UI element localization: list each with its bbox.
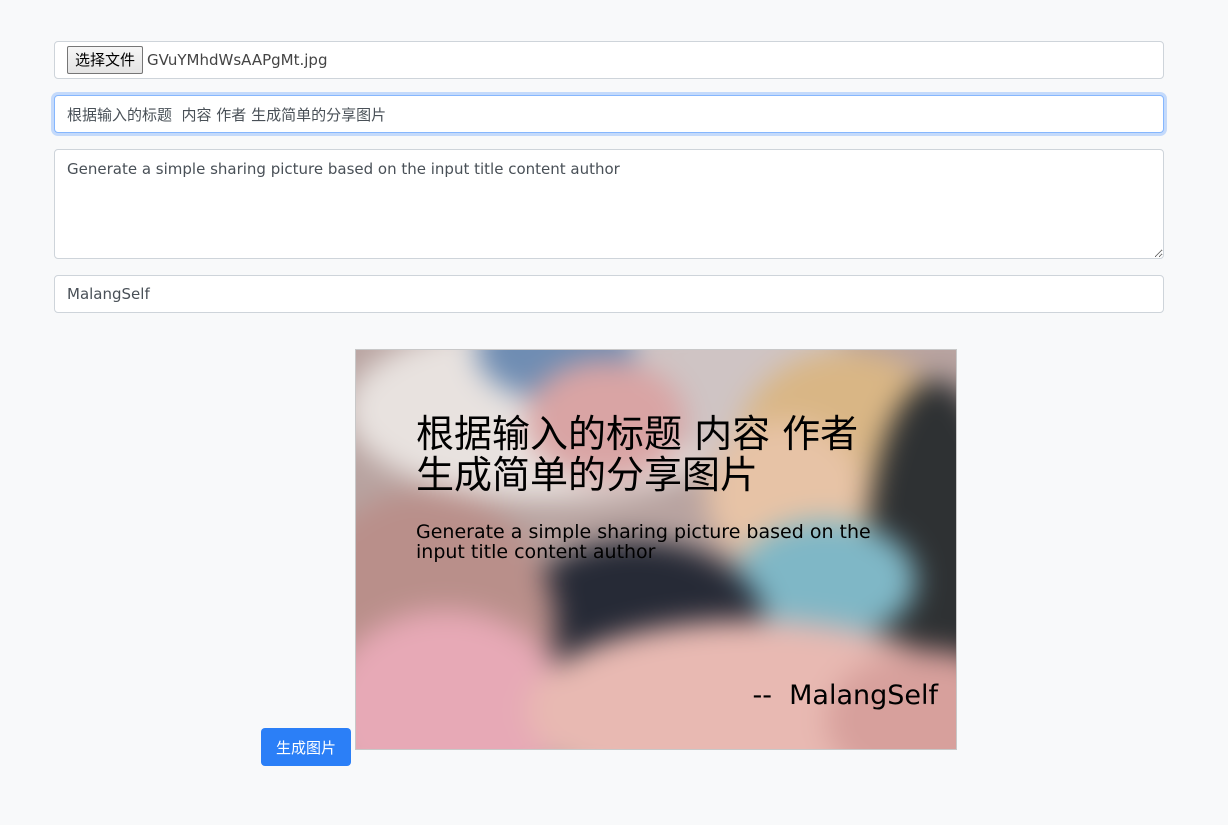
preview-title: 根据输入的标题 内容 作者 生成简单的分享图片 bbox=[416, 412, 859, 497]
content-textarea[interactable]: Generate a simple sharing picture based … bbox=[54, 149, 1164, 259]
preview-author: -- MalangSelf bbox=[752, 680, 938, 711]
file-input[interactable]: 选择文件 GVuYMhdWsAAPgMt.jpg bbox=[54, 41, 1164, 79]
selected-file-name: GVuYMhdWsAAPgMt.jpg bbox=[147, 51, 328, 69]
choose-file-button[interactable]: 选择文件 bbox=[67, 46, 144, 74]
title-input[interactable] bbox=[54, 95, 1164, 133]
preview-content: Generate a simple sharing picture based … bbox=[416, 521, 871, 563]
share-image-preview: 根据输入的标题 内容 作者 生成简单的分享图片 Generate a simpl… bbox=[355, 349, 957, 750]
generate-image-button[interactable]: 生成图片 bbox=[261, 728, 351, 766]
author-input[interactable] bbox=[54, 275, 1164, 313]
